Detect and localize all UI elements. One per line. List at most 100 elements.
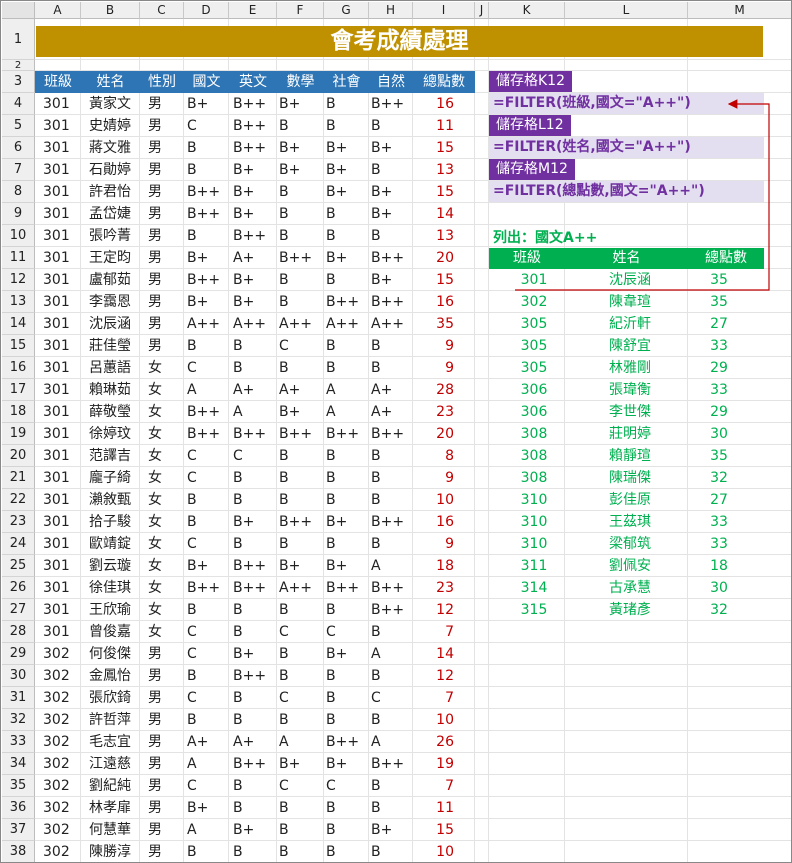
result-cell[interactable]: 林雅剛 <box>585 357 675 379</box>
table-cell[interactable]: 薛敬瑩 <box>89 401 131 423</box>
row-header-7[interactable]: 7 <box>2 159 35 181</box>
table-cell[interactable]: 28 <box>413 379 454 401</box>
table-cell[interactable]: 男 <box>148 753 162 775</box>
table-cell[interactable]: B++ <box>279 247 312 269</box>
result-cell[interactable]: 315 <box>499 599 569 621</box>
table-cell[interactable]: A <box>187 379 197 401</box>
table-cell[interactable]: A++ <box>233 313 266 335</box>
table-cell[interactable]: 301 <box>43 269 70 291</box>
table-cell[interactable]: 女 <box>148 555 162 577</box>
table-cell[interactable]: B <box>371 445 381 467</box>
table-cell[interactable]: 301 <box>43 313 70 335</box>
table-cell[interactable]: 江遠慈 <box>89 753 131 775</box>
table-cell[interactable]: B++ <box>371 599 404 621</box>
table-cell[interactable]: B++ <box>233 225 266 247</box>
table-cell[interactable]: 男 <box>148 775 162 797</box>
table-cell[interactable]: B <box>326 533 336 555</box>
table-cell[interactable]: 男 <box>148 203 162 225</box>
table-cell[interactable]: 許哲萍 <box>89 709 131 731</box>
table-cell[interactable]: B+ <box>279 753 300 775</box>
table-cell[interactable]: 302 <box>43 841 70 862</box>
table-cell[interactable]: 何俊傑 <box>89 643 131 665</box>
table-cell[interactable]: 9 <box>413 467 454 489</box>
table-cell[interactable]: 7 <box>413 621 454 643</box>
table-cell[interactable]: B <box>279 797 289 819</box>
result-cell[interactable]: 32 <box>691 467 747 489</box>
result-cell[interactable]: 35 <box>691 291 747 313</box>
row-header-19[interactable]: 19 <box>2 423 35 445</box>
table-cell[interactable]: B++ <box>371 291 404 313</box>
table-cell[interactable]: B++ <box>233 423 266 445</box>
table-cell[interactable]: 15 <box>413 137 454 159</box>
table-cell[interactable]: 10 <box>413 709 454 731</box>
table-cell[interactable]: 女 <box>148 401 162 423</box>
table-cell[interactable]: 男 <box>148 181 162 203</box>
result-cell[interactable]: 310 <box>499 533 569 555</box>
table-cell[interactable]: 女 <box>148 489 162 511</box>
table-cell[interactable]: 301 <box>43 181 70 203</box>
table-cell[interactable]: A++ <box>187 313 220 335</box>
table-cell[interactable]: 龐子綺 <box>89 467 131 489</box>
table-cell[interactable]: 劉云璇 <box>89 555 131 577</box>
column-header-J[interactable]: J <box>475 2 489 19</box>
table-cell[interactable]: B <box>279 533 289 555</box>
row-header-6[interactable]: 6 <box>2 137 35 159</box>
table-cell[interactable]: 16 <box>413 511 454 533</box>
formula-label[interactable]: 儲存格M12 <box>489 159 575 180</box>
row-header-1[interactable]: 1 <box>2 19 35 60</box>
table-cell[interactable]: B <box>326 489 336 511</box>
row-header-23[interactable]: 23 <box>2 511 35 533</box>
table-cell[interactable]: 301 <box>43 225 70 247</box>
row-header-3[interactable]: 3 <box>2 71 35 93</box>
result-cell[interactable]: 27 <box>691 313 747 335</box>
table-cell[interactable]: B+ <box>326 247 347 269</box>
table-cell[interactable]: C <box>187 643 197 665</box>
table-cell[interactable]: B <box>279 269 289 291</box>
table-cell[interactable]: 女 <box>148 577 162 599</box>
table-cell[interactable]: B <box>187 841 197 862</box>
table-cell[interactable]: 301 <box>43 203 70 225</box>
column-header-C[interactable]: C <box>140 2 184 19</box>
result-cell[interactable]: 308 <box>499 467 569 489</box>
table-cell[interactable]: B++ <box>371 753 404 775</box>
column-header-F[interactable]: F <box>277 2 324 19</box>
row-header-5[interactable]: 5 <box>2 115 35 137</box>
table-cell[interactable]: B <box>371 665 381 687</box>
table-cell[interactable]: 女 <box>148 423 162 445</box>
table-cell[interactable]: B+ <box>326 753 347 775</box>
result-cell[interactable]: 30 <box>691 577 747 599</box>
table-cell[interactable]: 12 <box>413 665 454 687</box>
table-cell[interactable]: A+ <box>371 379 392 401</box>
table-cell[interactable]: A++ <box>279 313 312 335</box>
table-cell[interactable]: C <box>326 775 336 797</box>
table-cell[interactable]: 301 <box>43 577 70 599</box>
table-cell[interactable]: 瀨敘甄 <box>89 489 131 511</box>
result-cell[interactable]: 王茲琪 <box>585 511 675 533</box>
table-cell[interactable]: B+ <box>233 819 254 841</box>
table-cell[interactable]: 男 <box>148 93 162 115</box>
table-cell[interactable]: A <box>187 753 197 775</box>
table-cell[interactable]: 13 <box>413 159 454 181</box>
table-cell[interactable]: C <box>279 621 289 643</box>
table-cell[interactable]: A <box>326 379 336 401</box>
table-cell[interactable]: B++ <box>187 423 220 445</box>
result-cell[interactable]: 古承慧 <box>585 577 675 599</box>
formula-text[interactable]: =FILTER(姓名,國文="A++") <box>489 137 764 158</box>
table-cell[interactable]: 張欣錡 <box>89 687 131 709</box>
table-cell[interactable]: B++ <box>326 423 359 445</box>
table-cell[interactable]: 男 <box>148 115 162 137</box>
table-cell[interactable]: C <box>187 533 197 555</box>
table-cell[interactable]: B++ <box>279 423 312 445</box>
table-cell[interactable]: 301 <box>43 247 70 269</box>
table-cell[interactable]: B <box>187 511 197 533</box>
table-cell[interactable]: 16 <box>413 291 454 313</box>
table-cell[interactable]: A++ <box>326 313 359 335</box>
table-cell[interactable]: 何慧華 <box>89 819 131 841</box>
table-cell[interactable]: 徐婷玟 <box>89 423 131 445</box>
table-cell[interactable]: B+ <box>371 137 392 159</box>
table-cell[interactable]: 302 <box>43 797 70 819</box>
table-cell[interactable]: B+ <box>326 511 347 533</box>
table-cell[interactable]: A+ <box>233 731 254 753</box>
table-cell[interactable]: B <box>279 819 289 841</box>
table-cell[interactable]: B <box>326 203 336 225</box>
